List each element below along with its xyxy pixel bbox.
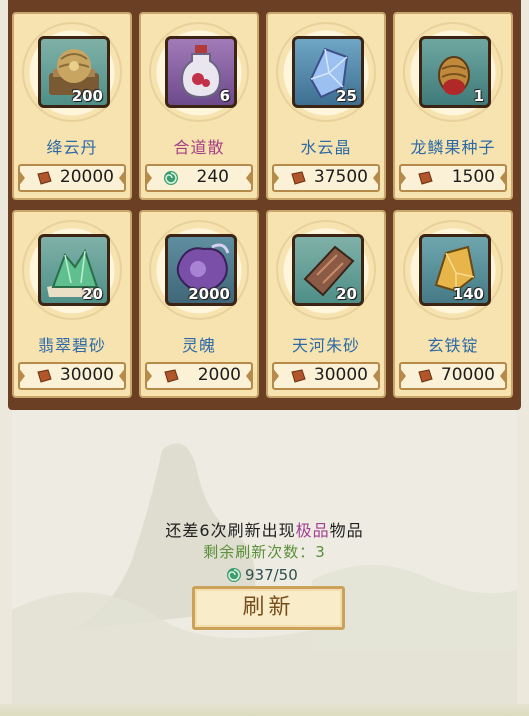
copper-coin-icon: [418, 171, 433, 185]
shop-item-card[interactable]: 20 翡翠碧砂 30000: [12, 210, 132, 398]
currency-balance: 937/50: [226, 566, 298, 584]
item-quantity: 140: [452, 285, 484, 303]
rare-item-hint: 还差6次刷新出现极品物品: [12, 517, 517, 541]
item-name: 天河朱砂: [291, 336, 360, 355]
price-tag[interactable]: 30000: [18, 362, 126, 390]
hint-prefix: 还差6次刷新出现: [165, 521, 296, 540]
item-quantity: 20: [336, 285, 357, 303]
copper-coin-icon: [164, 369, 179, 383]
price-value: 70000: [440, 365, 495, 385]
price-tag[interactable]: 30000: [272, 362, 380, 390]
remaining-refresh-count: 剩余刷新次数：3: [203, 543, 326, 561]
price-value: 20000: [59, 167, 114, 187]
refresh-panel: 还差6次刷新出现极品物品 剩余刷新次数：3 937/50 刷新: [12, 410, 517, 716]
bottom-strip: [0, 704, 529, 716]
copper-coin-icon: [418, 369, 433, 383]
pill-jar-icon: 200: [38, 36, 110, 108]
price-tag[interactable]: 2000: [145, 362, 253, 390]
price-value: 30000: [313, 365, 368, 385]
shop-item-card[interactable]: 200 绛云丹 20000: [12, 12, 132, 200]
price-tag[interactable]: 20000: [18, 164, 126, 192]
copper-coin-icon: [37, 369, 52, 383]
price-value: 2000: [197, 365, 241, 385]
price-tag[interactable]: 240: [145, 164, 253, 192]
item-name: 玄铁锭: [427, 336, 479, 355]
item-quantity: 25: [336, 87, 357, 105]
copper-coin-icon: [291, 171, 306, 185]
item-name: 灵魄: [181, 336, 216, 355]
seed-icon: 1: [419, 36, 491, 108]
price-tag[interactable]: 37500: [272, 164, 380, 192]
hint-suffix: 物品: [329, 521, 364, 540]
price-tag[interactable]: 1500: [399, 164, 507, 192]
item-quantity: 6: [219, 87, 230, 105]
copper-coin-icon: [37, 171, 52, 185]
iron-ingot-icon: 140: [419, 234, 491, 306]
shop-grid: 200 绛云丹 20000 6 合道散 240 25 水云晶 37500 1 龙…: [12, 8, 517, 404]
potion-bottle-icon: 6: [165, 36, 237, 108]
price-value: 30000: [59, 365, 114, 385]
item-name: 翡翠碧砂: [37, 336, 106, 355]
item-quantity: 200: [71, 87, 103, 105]
item-quantity: 20: [82, 285, 103, 303]
refresh-button[interactable]: 刷新: [192, 586, 345, 630]
ink-mountain-background: [12, 443, 517, 716]
jade-sand-icon: 20: [38, 234, 110, 306]
item-name: 龙鳞果种子: [410, 138, 496, 157]
item-name: 绛云丹: [46, 138, 98, 157]
cinnabar-ore-icon: 20: [292, 234, 364, 306]
shop-item-card[interactable]: 25 水云晶 37500: [266, 12, 386, 200]
price-value: 1500: [451, 167, 495, 187]
swirl-currency-icon: [227, 568, 241, 582]
currency-balance-value: 937/50: [245, 566, 298, 584]
copper-coin-icon: [291, 369, 306, 383]
price-value: 240: [196, 167, 229, 187]
item-quantity: 2000: [188, 285, 230, 303]
item-name: 合道散: [173, 138, 225, 157]
shop-item-card[interactable]: 6 合道散 240: [139, 12, 259, 200]
shop-item-card[interactable]: 1 龙鳞果种子 1500: [393, 12, 513, 200]
hint-highlight: 极品: [295, 521, 330, 540]
shop-item-card[interactable]: 140 玄铁锭 70000: [393, 210, 513, 398]
swirl-currency-icon: [164, 171, 178, 185]
price-tag[interactable]: 70000: [399, 362, 507, 390]
shop-item-card[interactable]: 20 天河朱砂 30000: [266, 210, 386, 398]
shop-item-card[interactable]: 2000 灵魄 2000: [139, 210, 259, 398]
item-name: 水云晶: [300, 138, 352, 157]
crystal-icon: 25: [292, 36, 364, 108]
item-quantity: 1: [473, 87, 484, 105]
spirit-orb-icon: 2000: [165, 234, 237, 306]
price-value: 37500: [313, 167, 368, 187]
